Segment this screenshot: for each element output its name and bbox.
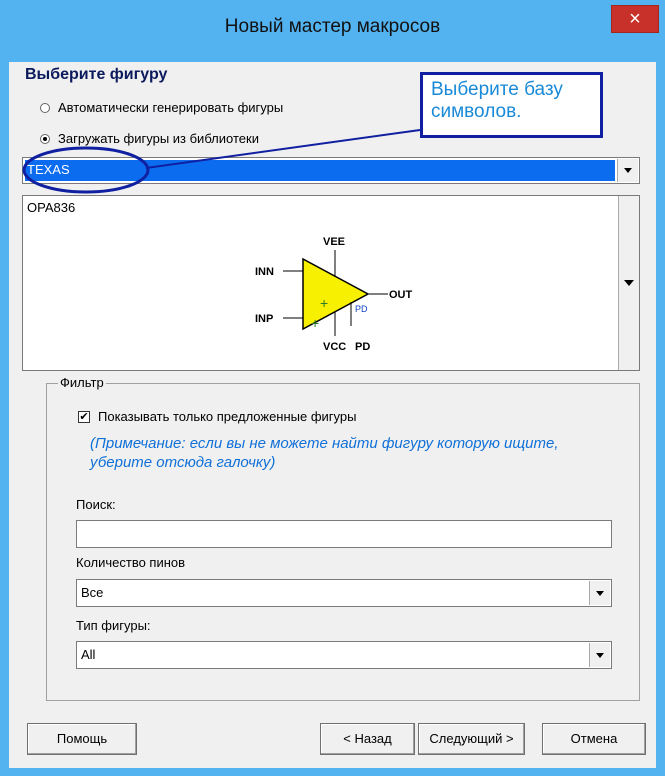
part-name: OPA836 [27,200,76,215]
cancel-button[interactable]: Отмена [542,723,646,755]
back-button[interactable]: < Назад [320,723,415,755]
opamp-symbol: + + VEE INN INP OUT VCC PD PD [255,236,413,353]
filter-note: (Примечание: если вы не можете найти фиг… [90,435,559,471]
pin-label-inp: INP [255,313,273,325]
pin-count-label: Количество пинов [76,555,186,570]
shape-type-label: Тип фигуры: [76,618,151,633]
dialog-window: Новый мастер макросов × Выберите фигуру … [0,0,665,776]
search-input[interactable] [76,520,612,548]
pin-label-pd-bottom: PD [355,341,370,353]
radio-auto-generate[interactable]: Автоматически генерировать фигуры [40,100,283,115]
shape-type-value: All [81,647,96,662]
chevron-down-icon[interactable] [589,581,610,605]
shape-type-select[interactable]: All [76,641,612,669]
library-select-highlight [25,160,615,181]
chevron-down-icon[interactable] [589,643,610,667]
radio-load-library-circle[interactable] [40,133,50,144]
svg-text:+: + [311,315,319,331]
pin-label-pd: PD [355,304,368,314]
pin-label-vcc: VCC [323,341,346,353]
preview-scrollbar[interactable] [618,196,639,370]
help-button[interactable]: Помощь [27,723,137,755]
callout-box: Выберите базу символов. [420,72,603,138]
shape-preview: OPA836 + + VEE INN INP OUT VCC PD PD [22,195,640,371]
close-button[interactable]: × [611,5,659,33]
library-select[interactable]: TEXAS [22,157,640,184]
show-suggested-label: Показывать только предложенные фигуры [98,409,357,424]
shape-section-heading: Выберите фигуру [25,66,168,83]
next-button[interactable]: Следующий > [418,723,525,755]
show-suggested-option[interactable]: ✔ Показывать только предложенные фигуры [78,409,356,424]
svg-text:+: + [320,295,328,311]
radio-load-library[interactable]: Загружать фигуры из библиотеки [40,131,259,146]
pin-label-inn: INN [255,266,274,278]
search-label: Поиск: [76,497,116,512]
pin-count-select[interactable]: Все [76,579,612,607]
library-select-value: TEXAS [27,162,70,177]
chevron-down-icon[interactable] [617,159,638,182]
pin-label-out: OUT [389,289,413,301]
pin-count-value: Все [81,585,104,600]
pin-label-vee: VEE [323,236,345,248]
radio-auto-generate-label: Автоматически генерировать фигуры [58,100,284,115]
window-title: Новый мастер макросов [224,16,441,37]
radio-load-library-label: Загружать фигуры из библиотеки [58,131,259,146]
chevron-down-icon[interactable] [624,280,634,286]
title-bar[interactable]: Новый мастер макросов × [0,0,665,62]
checkmark-icon[interactable]: ✔ [78,410,90,423]
radio-auto-generate-circle[interactable] [40,102,50,113]
filter-legend: Фильтр [58,375,106,390]
